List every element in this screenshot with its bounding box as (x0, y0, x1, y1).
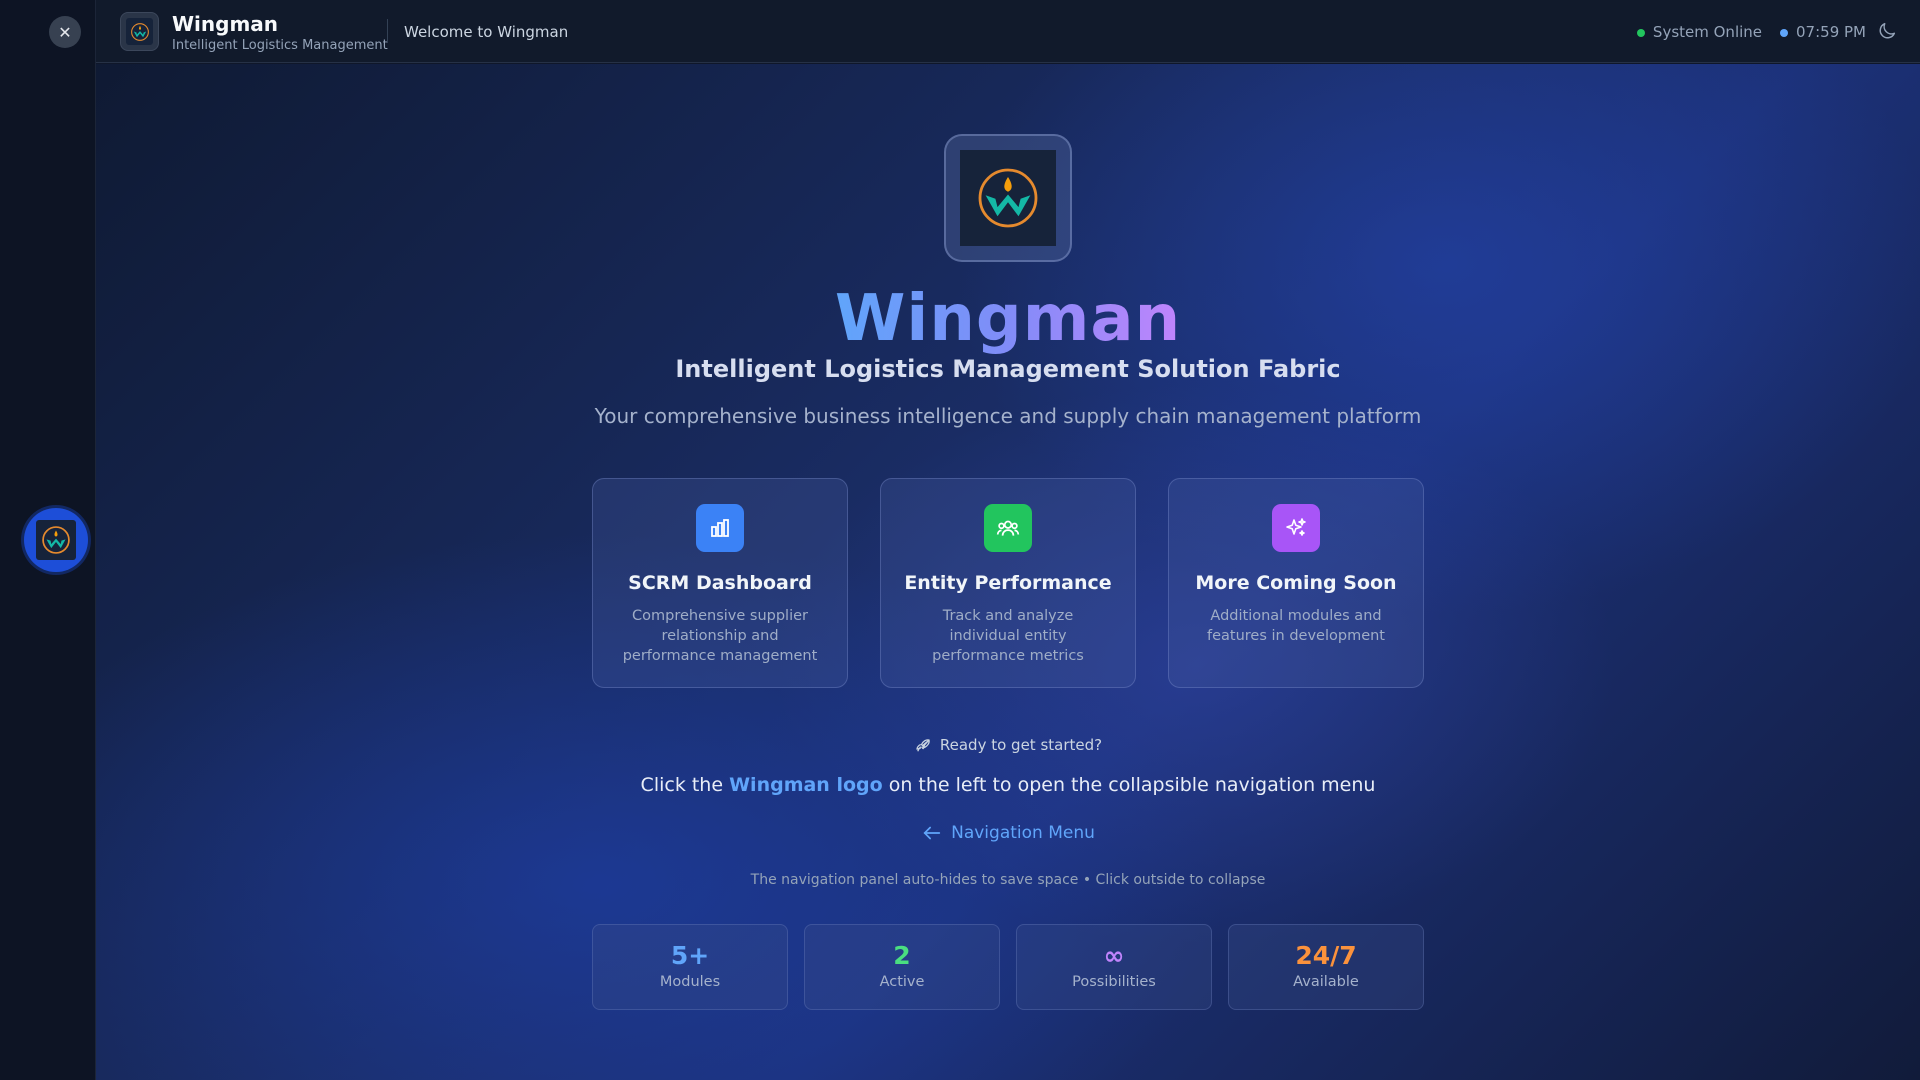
clock-dot-icon (1780, 28, 1789, 37)
sidebar: ✕ (0, 0, 96, 1080)
instruction-highlight: Wingman logo (729, 774, 883, 796)
card-more-coming-soon[interactable]: More Coming Soon Additional modules and … (1168, 478, 1424, 688)
stat-active: 2 Active (804, 924, 1000, 1010)
brand-logo[interactable] (120, 12, 159, 51)
hero-title: Wingman (834, 282, 1182, 356)
hero-logo (944, 134, 1072, 262)
app-subtitle: Intelligent Logistics Management (172, 38, 388, 53)
navigation-menu-link[interactable]: Navigation Menu (96, 822, 1920, 844)
card-scrm-dashboard[interactable]: SCRM Dashboard Comprehensive supplier re… (592, 478, 848, 688)
card-title: More Coming Soon (1195, 572, 1397, 594)
helper-note: The navigation panel auto-hides to save … (750, 872, 1266, 888)
system-status: System Online (1636, 23, 1763, 41)
main-content: Wingman Intelligent Logistics Management… (96, 64, 1920, 1080)
sparkles-icon (1272, 504, 1320, 552)
stat-modules: 5+ Modules (592, 924, 788, 1010)
stat-possibilities: ∞ Possibilities (1016, 924, 1212, 1010)
bar-chart-icon (696, 504, 744, 552)
moon-icon (1879, 22, 1896, 39)
instruction-suffix: on the left to open the collapsible navi… (882, 774, 1376, 796)
theme-toggle-button[interactable] (1876, 20, 1900, 44)
card-title: SCRM Dashboard (628, 572, 812, 594)
header-divider (387, 19, 388, 43)
wingman-logo-icon (36, 520, 76, 560)
arrow-left-icon (923, 826, 941, 840)
users-icon (984, 504, 1032, 552)
ready-text: Ready to get started? (939, 736, 1103, 754)
stat-label: Modules (659, 974, 721, 990)
card-entity-performance[interactable]: Entity Performance Track and analyze ind… (880, 478, 1136, 688)
instruction-prefix: Click the (640, 774, 730, 796)
stat-label: Available (1293, 974, 1359, 990)
rocket-icon (916, 738, 930, 751)
status-area: System Online 07:59 PM (1636, 23, 1866, 41)
stat-value: ∞ (1103, 941, 1125, 970)
clock-time: 07:59 PM (1796, 23, 1866, 41)
card-description: Additional modules and features in devel… (1207, 608, 1385, 644)
stat-label: Possibilities (1072, 974, 1156, 990)
wingman-logo-icon (960, 150, 1056, 246)
close-icon: ✕ (58, 22, 72, 42)
stat-available: 24/7 Available (1228, 924, 1424, 1010)
stat-label: Active (879, 974, 925, 990)
card-title: Entity Performance (904, 572, 1112, 594)
instruction-text: Click the Wingman logo on the left to op… (96, 774, 1920, 796)
hero-description: Your comprehensive business intelligence… (594, 404, 1422, 428)
navigation-menu-label: Navigation Menu (951, 823, 1095, 843)
card-description: Track and analyze individual entity perf… (932, 608, 1084, 664)
hero-subtitle: Intelligent Logistics Management Solutio… (675, 355, 1341, 383)
ready-prompt: Ready to get started? (96, 736, 1920, 755)
status-dot-icon (1636, 28, 1645, 37)
sidebar-logo-button[interactable] (24, 508, 88, 572)
top-bar: Wingman Intelligent Logistics Management… (96, 0, 1920, 63)
clock: 07:59 PM (1780, 23, 1866, 41)
stat-value: 2 (893, 941, 911, 970)
page-title: Welcome to Wingman (404, 23, 569, 41)
card-description: Comprehensive supplier relationship and … (622, 608, 818, 664)
close-sidebar-button[interactable]: ✕ (49, 16, 81, 48)
app-title: Wingman (172, 12, 279, 36)
stat-value: 24/7 (1295, 941, 1357, 970)
stat-value: 5+ (670, 941, 710, 970)
wingman-logo-icon (126, 18, 153, 45)
system-status-text: System Online (1652, 23, 1763, 41)
